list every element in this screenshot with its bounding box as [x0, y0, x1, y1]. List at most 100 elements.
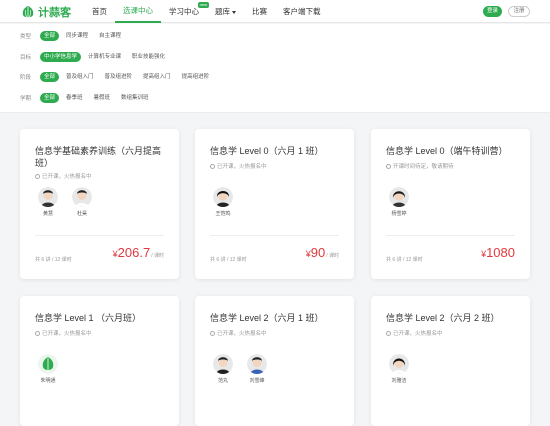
course-status: 已开课，火热报名中 [35, 172, 92, 180]
teacher-avatar [389, 354, 409, 374]
nav-label: 题库 [215, 7, 230, 16]
course-title: 信息学 Level 1 （六月班） [35, 313, 142, 323]
teacher: 杨雪婷 [386, 187, 412, 217]
filter-chip-popularize-adv[interactable]: 普及组进阶 [101, 72, 137, 82]
course-title: 信息学 Level 0（端午特训营） [386, 146, 508, 156]
nav-contest[interactable]: 比赛 [244, 0, 275, 23]
course-card[interactable]: 信息学 Level 0（端午特训营） 开课时间待定，敬请期待 杨雪婷 共 6 讲… [371, 129, 530, 279]
filter-chip-all[interactable]: 全部 [40, 93, 60, 103]
caret-down-icon [232, 10, 236, 14]
filter-chip-self[interactable]: 自主课程 [95, 31, 125, 41]
course-status: 已开课，火热报名中 [210, 329, 267, 337]
clock-icon [210, 163, 215, 169]
filter-chip-all[interactable]: 全部 [40, 72, 60, 82]
status-text: 已开课，火热报名中 [217, 331, 267, 337]
course-price: ¥ 90 / 课时 [306, 245, 339, 260]
price-unit: / 课时 [326, 253, 339, 259]
status-text: 开课时间待定，敬请期待 [393, 164, 454, 170]
card-divider [210, 235, 339, 236]
clock-icon [35, 330, 40, 336]
teacher-avatar [213, 187, 233, 207]
nav-course-center[interactable]: 选课中心 [115, 0, 161, 23]
teacher-name: 黄慧 [42, 211, 53, 217]
course-title: 信息学基础素养训练（六月提高班） [35, 146, 162, 168]
course-card[interactable]: 信息学基础素养训练（六月提高班） 已开课，火热报名中 黄慧 杜昊 共 6 讲 /… [20, 129, 179, 279]
course-title: 信息学 Level 2（六月 1 班） [210, 313, 324, 323]
filter-chip-vocational[interactable]: 职业技能强化 [128, 52, 169, 62]
course-lessons: 共 6 讲 / 12 课时 [210, 257, 247, 263]
logo[interactable]: 计蒜客 [20, 4, 71, 20]
teacher-avatar [213, 354, 233, 374]
teacher-list: 黄慧 杜昊 [35, 187, 103, 217]
nav-home[interactable]: 首页 [84, 0, 115, 23]
teacher: 杜昊 [69, 187, 95, 217]
course-status: 已开课，火热报名中 [210, 162, 267, 170]
login-button[interactable]: 登录 [483, 6, 502, 17]
teacher-avatar [72, 187, 92, 207]
filter-chip-summer[interactable]: 暑假班 [90, 93, 115, 103]
teacher: 王恺鸣 [210, 187, 236, 217]
clock-icon [210, 330, 215, 336]
teacher-avatar [38, 187, 58, 207]
card-divider [386, 235, 515, 236]
top-header: 计蒜客 首页 选课中心 学习中心 new 题库 比赛 客户端下载 登录 注册 [0, 0, 550, 23]
filter-chip-improve-intro[interactable]: 提高组入门 [139, 72, 175, 82]
filter-row-type: 类型 全部 同步课程 自主课程 [20, 31, 128, 41]
status-text: 已开课，火热报名中 [42, 174, 92, 180]
filter-row-target: 目标 中小学信息学 计算机专业课 职业技能强化 [20, 52, 172, 62]
teacher: 朱明通 [35, 354, 61, 384]
status-text: 已开课，火热报名中 [217, 164, 267, 170]
nav-problem-bank[interactable]: 题库 [207, 0, 244, 23]
filter-panel: 类型 全部 同步课程 自主课程 目标 中小学信息学 计算机专业课 职业技能强化 … [0, 24, 550, 113]
filter-label: 类型 [20, 34, 32, 40]
clock-icon [386, 330, 391, 336]
filter-chip-array-camp[interactable]: 数组集训班 [117, 93, 153, 103]
teacher: 刘雪峰 [244, 354, 270, 384]
price-unit: / 课时 [151, 253, 164, 259]
garlic-logo-icon [22, 6, 34, 18]
nav-learning-center[interactable]: 学习中心 new [161, 0, 209, 23]
status-text: 已开课，火热报名中 [42, 331, 92, 337]
filter-chip-improve-adv[interactable]: 提高组进阶 [178, 72, 214, 82]
filter-chip-k12[interactable]: 中小学信息学 [40, 52, 82, 62]
nav-client-download[interactable]: 客户端下载 [275, 0, 329, 23]
price-value: 90 [310, 245, 326, 260]
nav-label: 客户端下载 [283, 7, 321, 16]
filter-label: 阶段 [20, 75, 32, 81]
teacher-avatar [247, 354, 267, 374]
filter-row-term: 学期 全部 春季班 暑假班 数组集训班 [20, 93, 156, 103]
teacher-list: 刘雅洁 [386, 354, 420, 384]
course-card[interactable]: 信息学 Level 0（六月 1 班） 已开课，火热报名中 王恺鸣 共 6 讲 … [195, 129, 354, 279]
teacher-list: 范丸 刘雪峰 [210, 354, 278, 384]
teacher: 刘雅洁 [386, 354, 412, 384]
course-price: ¥ 1080 [481, 245, 515, 260]
course-status: 开课时间待定，敬请期待 [386, 162, 454, 170]
filter-chip-sync[interactable]: 同步课程 [62, 31, 92, 41]
teacher-list: 王恺鸣 [210, 187, 244, 217]
teacher-avatar [38, 354, 58, 374]
clock-icon [35, 173, 40, 179]
clock-icon [386, 163, 391, 169]
filter-chip-popularize-intro[interactable]: 普及组入门 [62, 72, 98, 82]
course-card[interactable]: 信息学 Level 1 （六月班） 已开课，火热报名中 朱明通 [20, 296, 179, 426]
filter-chip-cs[interactable]: 计算机专业课 [84, 52, 125, 62]
nav-label: 首页 [92, 7, 107, 16]
price-value: 206.7 [117, 245, 151, 260]
course-card[interactable]: 信息学 Level 2（六月 2 班） 已开课，火热报名中 刘雅洁 [371, 296, 530, 426]
teacher-list: 杨雪婷 [386, 187, 420, 217]
teacher-name: 刘雅洁 [391, 378, 407, 384]
course-price: ¥ 206.7 / 课时 [113, 245, 164, 260]
filter-label: 目标 [20, 55, 32, 61]
teacher-name: 杨雪婷 [391, 211, 407, 217]
teacher-avatar [389, 187, 409, 207]
logo-text: 计蒜客 [38, 7, 71, 19]
course-card[interactable]: 信息学 Level 2（六月 1 班） 已开课，火热报名中 范丸 刘雪峰 [195, 296, 354, 426]
course-status: 已开课，火热报名中 [386, 329, 443, 337]
teacher: 范丸 [210, 354, 236, 384]
teacher-name: 范丸 [217, 378, 228, 384]
teacher-name: 朱明通 [40, 378, 56, 384]
filter-chip-spring[interactable]: 春季班 [62, 93, 87, 103]
nav-label: 选课中心 [123, 6, 153, 15]
filter-chip-all[interactable]: 全部 [40, 31, 60, 41]
register-button[interactable]: 注册 [508, 6, 530, 17]
